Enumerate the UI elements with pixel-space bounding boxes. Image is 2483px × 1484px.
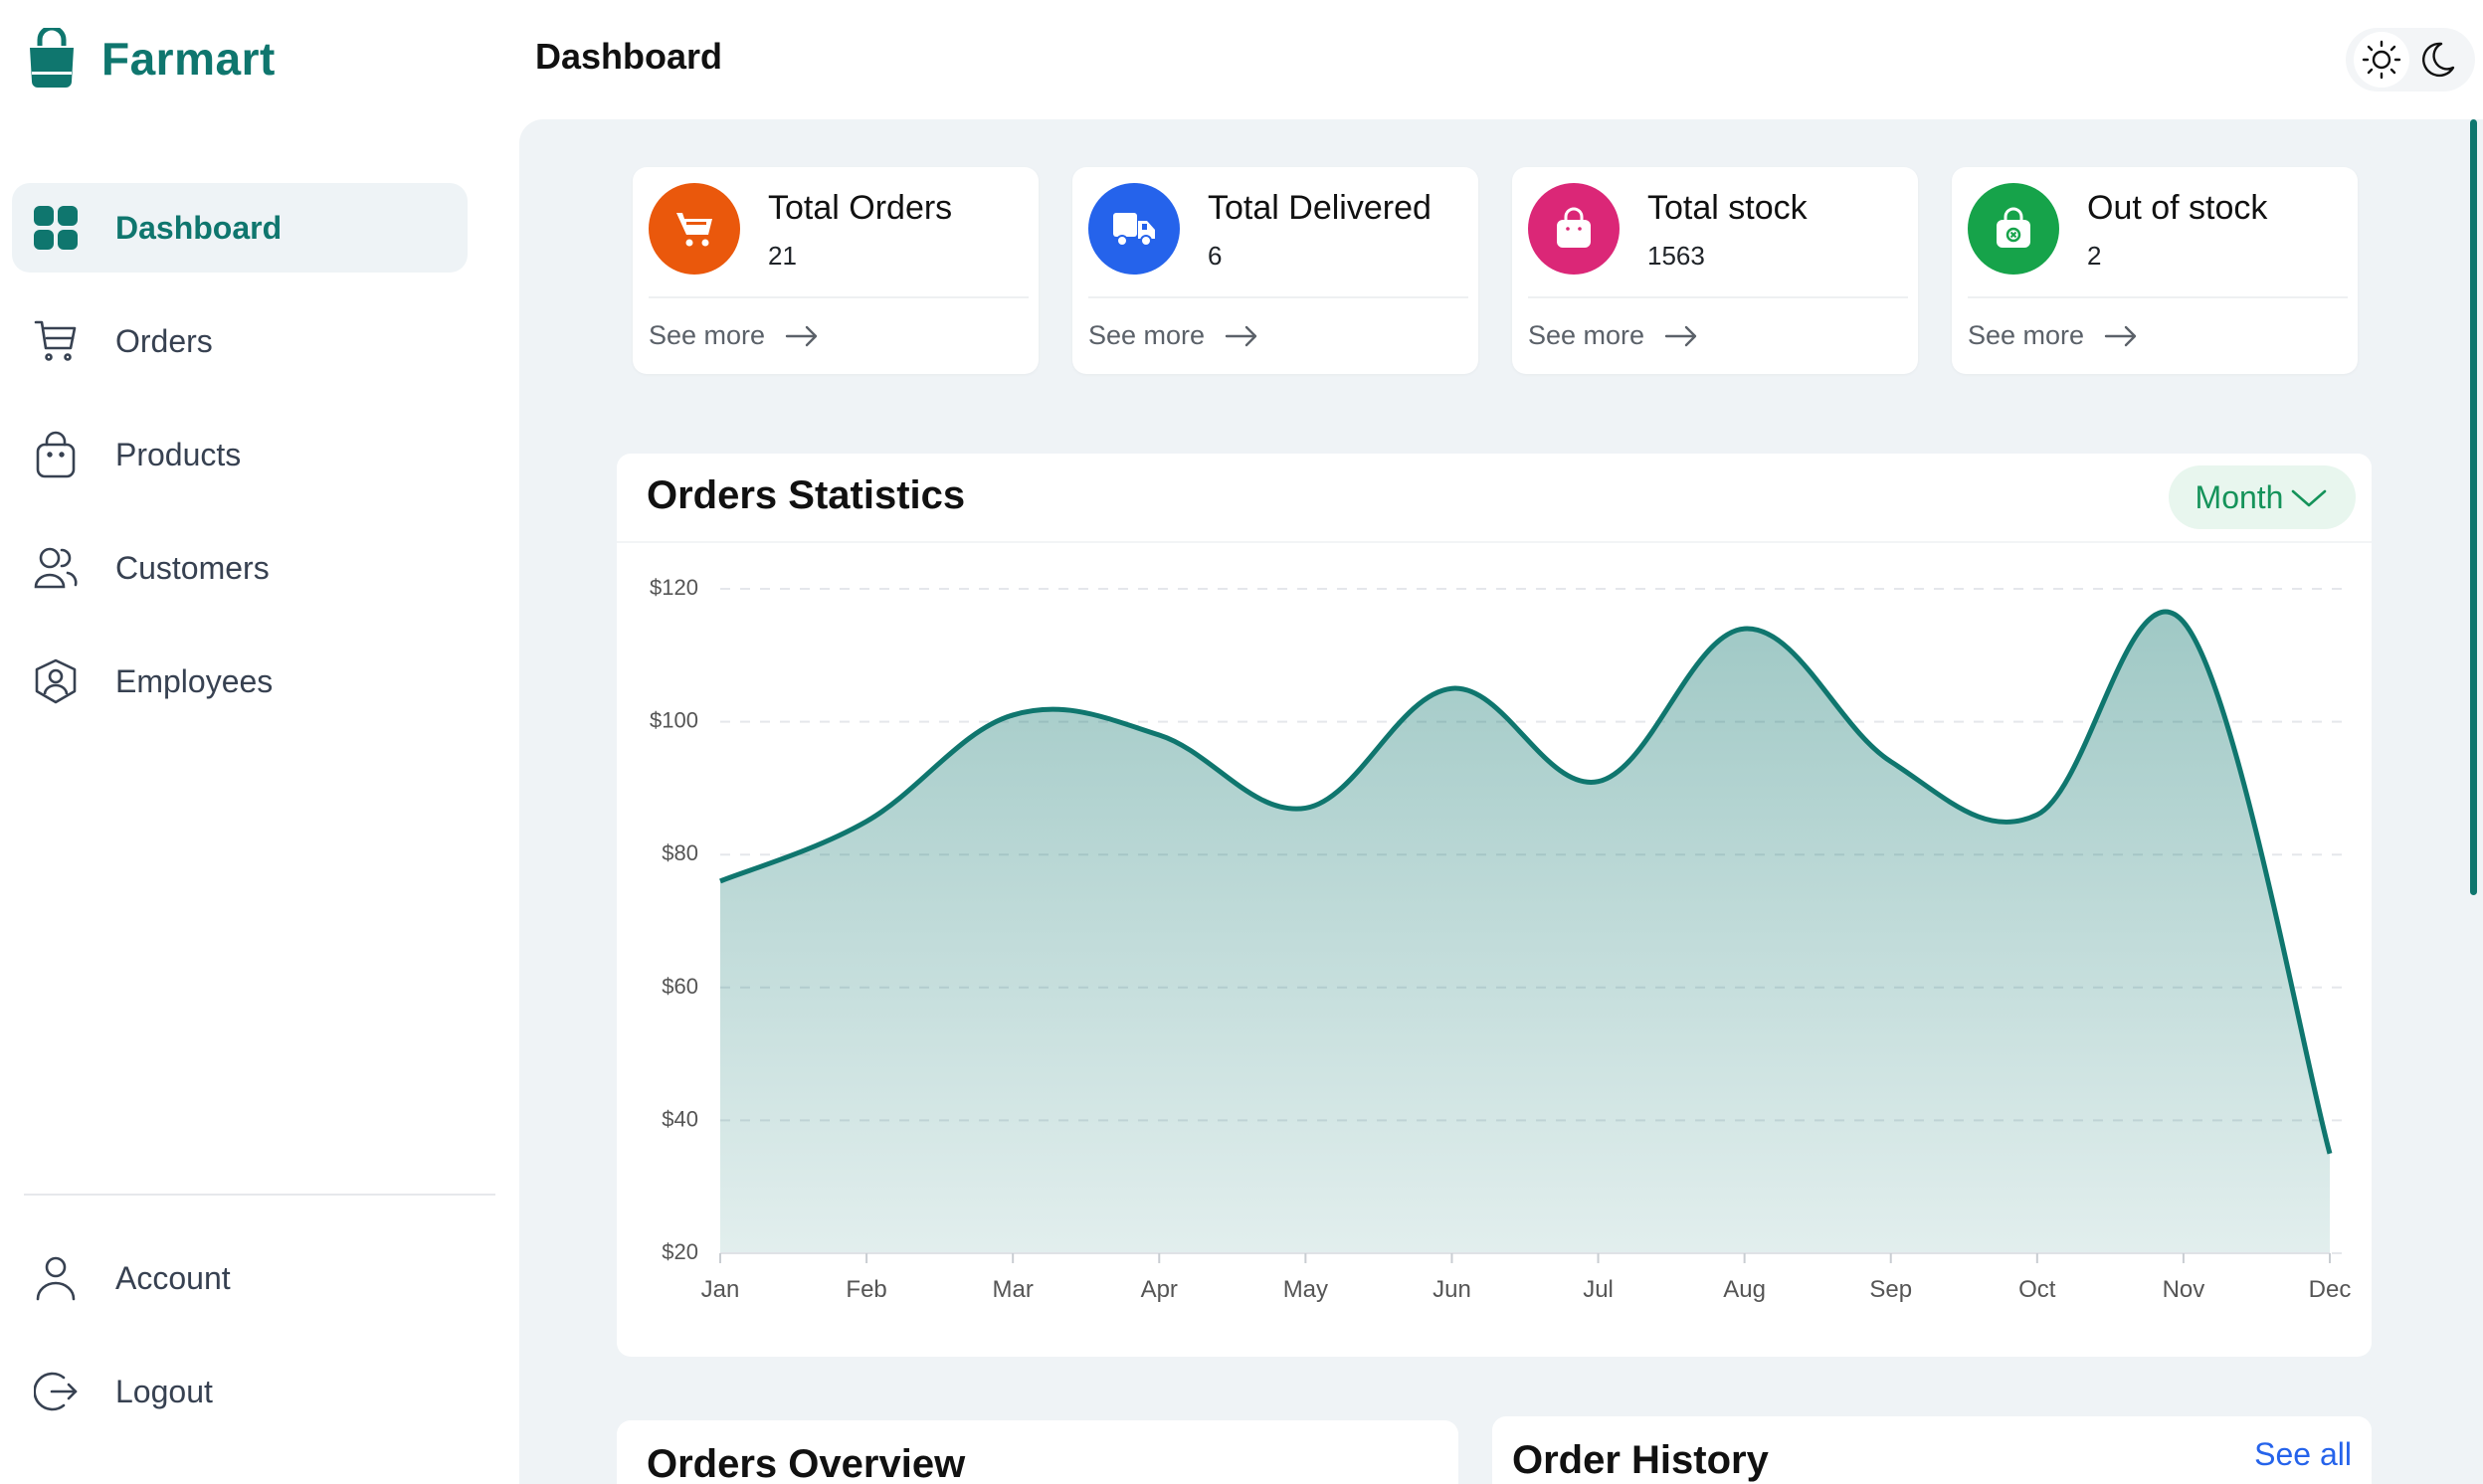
truck-icon — [1088, 183, 1180, 275]
dashboard-icon — [32, 204, 80, 252]
sidebar-item-label: Account — [115, 1259, 231, 1296]
see-more-label: See more — [649, 320, 766, 350]
summary-cards: Total Orders 21 See more Total Delivered… — [633, 167, 2358, 374]
period-dropdown[interactable]: Month — [2169, 465, 2356, 529]
card-divider — [1088, 296, 1468, 298]
y-tick-label: $100 — [650, 708, 698, 733]
main-nav: Dashboard Orders Products Customers Empl… — [12, 183, 468, 750]
chevron-down-icon — [2292, 489, 2327, 507]
x-tick-label: Nov — [2163, 1276, 2205, 1303]
sidebar-item-label: Employees — [115, 662, 274, 699]
y-tick-label: $20 — [662, 1239, 698, 1264]
x-tick-label: Aug — [1723, 1276, 1766, 1303]
y-tick-label: $120 — [650, 575, 698, 600]
card-value: 1563 — [1647, 241, 1705, 271]
sidebar: Farmart Dashboard Orders Products Custom… — [0, 0, 517, 1484]
x-tick-label: Feb — [846, 1276, 886, 1303]
y-tick-label: $40 — [662, 1106, 698, 1131]
see-more-link[interactable]: See more — [1088, 320, 1258, 351]
sidebar-divider — [24, 1194, 495, 1196]
x-tick-label: Mar — [993, 1276, 1034, 1303]
shopping-bag-icon — [24, 27, 80, 91]
x-tick-label: Jan — [701, 1276, 740, 1303]
arrow-right-icon — [2104, 325, 2137, 346]
account-nav: Account Logout — [12, 1233, 468, 1460]
card-total-orders: Total Orders 21 See more — [633, 167, 1039, 374]
users-icon — [32, 544, 80, 592]
x-tick-label: Jul — [1583, 1276, 1614, 1303]
x-tick-label: Jun — [1432, 1276, 1471, 1303]
sidebar-item-logout[interactable]: Logout — [12, 1347, 468, 1436]
bag-icon — [32, 431, 80, 478]
x-tick-label: Apr — [1141, 1276, 1178, 1303]
sidebar-item-label: Customers — [115, 549, 270, 586]
card-divider — [1528, 296, 1908, 298]
x-tick-label: May — [1283, 1276, 1328, 1303]
period-label: Month — [2195, 478, 2284, 515]
y-tick-label: $80 — [662, 840, 698, 865]
card-title: Total Orders — [768, 189, 953, 227]
card-title: Total Delivered — [1208, 189, 1432, 227]
brand[interactable]: Farmart — [24, 24, 276, 93]
arrow-right-icon — [785, 325, 818, 346]
sidebar-item-customers[interactable]: Customers — [12, 523, 468, 613]
x-tick-label: Dec — [2309, 1276, 2352, 1303]
bag-x-icon — [1968, 183, 2059, 275]
see-all-link[interactable]: See all — [2254, 1436, 2352, 1473]
sidebar-item-dashboard[interactable]: Dashboard — [12, 183, 468, 273]
orders-overview-title: Orders Overview — [647, 1442, 966, 1484]
orders-statistics-panel: Orders Statistics Month $20 $40 $60 $80 $100… — [617, 454, 2372, 1357]
see-more-link[interactable]: See more — [1968, 320, 2138, 351]
sidebar-item-orders[interactable]: Orders — [12, 296, 468, 386]
sidebar-item-account[interactable]: Account — [12, 1233, 468, 1323]
card-value: 2 — [2087, 241, 2102, 271]
sidebar-item-products[interactable]: Products — [12, 410, 468, 499]
card-title: Out of stock — [2087, 189, 2268, 227]
brand-name: Farmart — [101, 33, 276, 85]
main-content: Total Orders 21 See more Total Delivered… — [519, 119, 2483, 1484]
card-value: 21 — [768, 241, 797, 271]
cart-icon — [32, 317, 80, 365]
see-more-link[interactable]: See more — [1528, 320, 1698, 351]
arrow-right-icon — [1664, 325, 1697, 346]
orders-statistics-title: Orders Statistics — [647, 473, 966, 517]
page-title: Dashboard — [535, 36, 723, 77]
card-divider — [649, 296, 1029, 298]
sidebar-item-label: Logout — [115, 1373, 213, 1409]
sun-icon[interactable] — [2354, 32, 2409, 88]
card-title: Total stock — [1647, 189, 1808, 227]
x-tick-label: Oct — [2018, 1276, 2056, 1303]
see-more-label: See more — [1968, 320, 2085, 350]
bag-icon — [1528, 183, 1620, 275]
sidebar-item-label: Dashboard — [115, 209, 283, 246]
moon-icon[interactable] — [2409, 32, 2465, 88]
orders-area-chart: $20 $40 $60 $80 $100 $120 Jan Feb Mar Apr May Jun Ju… — [650, 575, 2352, 1303]
scrollbar[interactable] — [2470, 119, 2477, 895]
see-more-label: See more — [1528, 320, 1645, 350]
x-tick-label: Sep — [1869, 1276, 1912, 1303]
see-more-link[interactable]: See more — [649, 320, 819, 351]
logout-icon — [32, 1368, 80, 1415]
card-value: 6 — [1208, 241, 1223, 271]
sidebar-item-label: Orders — [115, 322, 213, 359]
sidebar-item-label: Products — [115, 436, 242, 472]
employee-icon — [32, 657, 80, 705]
theme-toggle[interactable] — [2346, 28, 2475, 92]
card-total-stock: Total stock 1563 See more — [1512, 167, 1918, 374]
card-out-of-stock: Out of stock 2 See more — [1952, 167, 2358, 374]
sidebar-item-employees[interactable]: Employees — [12, 637, 468, 726]
see-more-label: See more — [1088, 320, 1206, 350]
card-divider — [1968, 296, 2348, 298]
area-fill — [720, 612, 2330, 1253]
order-history-panel: Order History See all — [1492, 1416, 2372, 1484]
cart-icon — [649, 183, 740, 275]
arrow-right-icon — [1225, 325, 1257, 346]
y-tick-label: $60 — [662, 974, 698, 999]
user-icon — [32, 1254, 80, 1302]
order-history-title: Order History — [1512, 1438, 1769, 1482]
card-total-delivered: Total Delivered 6 See more — [1072, 167, 1478, 374]
orders-overview-panel: Orders Overview — [617, 1420, 1458, 1484]
